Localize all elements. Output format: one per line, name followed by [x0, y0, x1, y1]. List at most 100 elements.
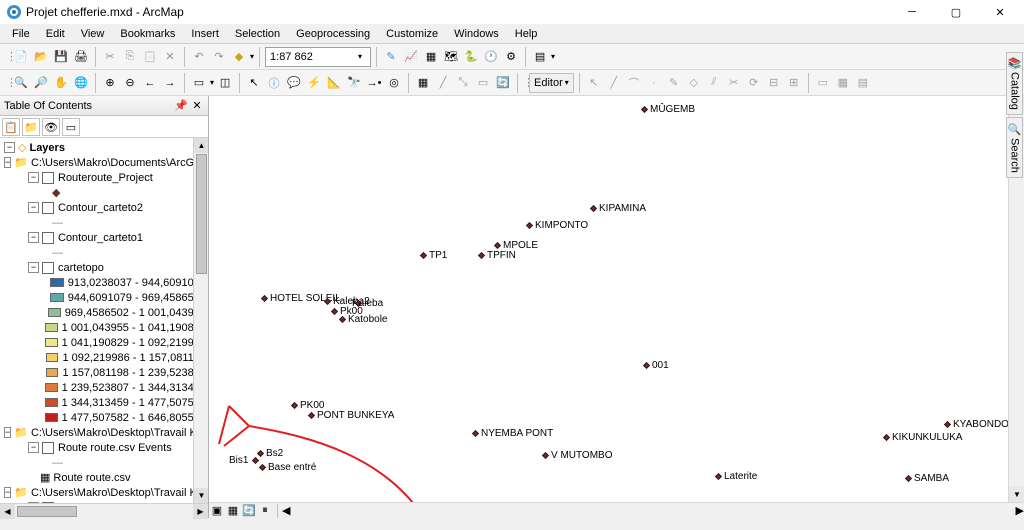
measure-icon[interactable]: 📐	[325, 74, 343, 92]
py-icon[interactable]: 🐍	[462, 48, 480, 66]
map-point[interactable]: MPOLE	[495, 243, 500, 248]
map-point[interactable]: KIPAMINA	[591, 206, 596, 211]
swipe-icon[interactable]: ╱	[434, 74, 452, 92]
fixed-zoom-out-icon[interactable]: ⊖	[121, 74, 139, 92]
viewer-icon[interactable]: ◎	[385, 74, 403, 92]
full-extent-icon[interactable]: 🌐	[72, 74, 90, 92]
find-icon[interactable]: 🔭	[345, 74, 363, 92]
ed-vertex-icon[interactable]: ◇	[685, 74, 703, 92]
toc-close-icon[interactable]: ✕	[190, 99, 204, 113]
menu-bookmarks[interactable]: Bookmarks	[114, 26, 181, 42]
map-view[interactable]: MÛGEMB KIPAMINA KIMPONTO MPOLE TPFIN TP1 HOTEL…	[209, 96, 1024, 518]
ed-arrow-icon[interactable]: ↖	[585, 74, 603, 92]
pause-drawing-icon[interactable]: ⏸	[257, 503, 273, 519]
zoom-in-icon[interactable]: 🔍	[12, 74, 30, 92]
toc-tab-selection[interactable]: ▭	[62, 118, 80, 136]
map-point[interactable]: Base entré	[260, 465, 265, 470]
toc-tree[interactable]: −◇Layers −📁C:\Users\Makro\Documents\ArcG…	[0, 138, 208, 503]
cut-icon[interactable]: ✂	[101, 48, 119, 66]
toc-scrollbar-h[interactable]: ◀ ▶	[0, 503, 208, 518]
ed-edit-icon[interactable]: ✎	[665, 74, 683, 92]
ed-attr-icon[interactable]: ▭	[814, 74, 832, 92]
open-icon[interactable]: 📂	[32, 48, 50, 66]
fixed-zoom-in-icon[interactable]: ⊕	[101, 74, 119, 92]
map-point[interactable]: Pk00	[332, 309, 337, 314]
editor-dropdown[interactable]: Editor ▾	[529, 73, 574, 93]
pointer-icon[interactable]: ↖	[245, 74, 263, 92]
zoom-out-icon[interactable]: 🔎	[32, 74, 50, 92]
add-data-icon[interactable]: ◆	[230, 48, 248, 66]
copy-icon[interactable]: ⎘	[121, 48, 139, 66]
toc-tab-drawing-order[interactable]: 📋	[2, 118, 20, 136]
map-icon[interactable]: 🗺	[442, 48, 460, 66]
toc-hscroll-thumb[interactable]	[17, 506, 77, 517]
maximize-button[interactable]: ▢	[938, 2, 974, 22]
minimize-button[interactable]: ─	[894, 2, 930, 22]
ed-line-icon[interactable]: ╱	[605, 74, 623, 92]
undo-icon[interactable]: ↶	[190, 48, 208, 66]
map-point[interactable]: KIKUNKULUKA	[884, 435, 889, 440]
toc-scrollbar-v[interactable]: ▲ ▼	[193, 138, 208, 503]
paste-icon[interactable]: 📋	[141, 48, 159, 66]
back-icon[interactable]: ←	[141, 74, 159, 92]
editor-toolbar-icon[interactable]: ✎	[382, 48, 400, 66]
map-point[interactable]: HOTEL SOLEIL	[262, 296, 267, 301]
data-view-icon[interactable]: ▣	[209, 503, 225, 519]
ed-point-icon[interactable]: ·	[645, 74, 663, 92]
expand-icon[interactable]: ⤡	[454, 74, 472, 92]
goto-icon[interactable]: →•	[365, 74, 383, 92]
print-icon[interactable]: 🖨	[72, 48, 90, 66]
map-point[interactable]: Laterite	[716, 474, 721, 479]
ed-reshape-icon[interactable]: ⫽	[705, 74, 723, 92]
map-point[interactable]: TPFIN	[479, 253, 484, 258]
menu-geoprocessing[interactable]: Geoprocessing	[290, 26, 376, 42]
map-point[interactable]: PK00	[292, 403, 297, 408]
map-point[interactable]: SAMBA	[906, 476, 911, 481]
time-icon[interactable]: 🕐	[482, 48, 500, 66]
map-scrollbar-h[interactable]: ▣ ▦ 🔄 ⏸ ◀ ▶	[209, 502, 1024, 518]
map-point[interactable]: Bis1	[253, 458, 258, 463]
menu-view[interactable]: View	[75, 26, 111, 42]
map-point[interactable]: MÛGEMB	[642, 107, 647, 112]
toc-pin-icon[interactable]: 📌	[174, 99, 188, 113]
table-icon[interactable]: ▦	[422, 48, 440, 66]
ed-create-icon[interactable]: ▤	[854, 74, 872, 92]
map-point[interactable]: KIMPONTO	[527, 223, 532, 228]
menu-selection[interactable]: Selection	[229, 26, 286, 42]
ed-arc-icon[interactable]: ⌒	[625, 74, 643, 92]
scale-select[interactable]: ▾	[265, 47, 371, 67]
map-point[interactable]: TP1	[421, 253, 426, 258]
htmlpopup-icon[interactable]: 💬	[285, 74, 303, 92]
toc-tab-source[interactable]: 📁	[22, 118, 40, 136]
map-point[interactable]: PONT BUNKEYA	[309, 413, 314, 418]
forward-icon[interactable]: →	[161, 74, 179, 92]
map-point[interactable]: NYEMBA PONT	[473, 431, 478, 436]
ed-sketch-icon[interactable]: ▦	[834, 74, 852, 92]
new-icon[interactable]: 📄	[12, 48, 30, 66]
identify-icon[interactable]: ⓘ	[265, 74, 283, 92]
map-point[interactable]: V MUTOMBO	[543, 453, 548, 458]
map-point[interactable]: Kaleba2	[325, 299, 330, 304]
menu-help[interactable]: Help	[509, 26, 544, 42]
search-tab[interactable]: 🔍Search	[1006, 117, 1023, 177]
catalog-icon[interactable]: ▦	[414, 74, 432, 92]
toc-scroll-thumb[interactable]	[196, 154, 207, 274]
hyperlink-icon[interactable]: ⚡	[305, 74, 323, 92]
refresh-icon[interactable]: 🔄	[494, 74, 512, 92]
menu-windows[interactable]: Windows	[448, 26, 505, 42]
graph-icon[interactable]: 📈	[402, 48, 420, 66]
ed-cut-icon[interactable]: ✂	[725, 74, 743, 92]
map-point[interactable]: Katobole	[340, 317, 345, 322]
menu-customize[interactable]: Customize	[380, 26, 444, 42]
save-icon[interactable]: 💾	[52, 48, 70, 66]
ed-split-icon[interactable]: ⊟	[765, 74, 783, 92]
menu-file[interactable]: File	[6, 26, 36, 42]
menu-insert[interactable]: Insert	[185, 26, 225, 42]
model-icon[interactable]: ⚙	[502, 48, 520, 66]
redo-icon[interactable]: ↷	[210, 48, 228, 66]
select-icon[interactable]: ▭	[190, 74, 208, 92]
flash-icon[interactable]: ▭	[474, 74, 492, 92]
scale-input[interactable]	[270, 51, 358, 63]
close-button[interactable]: ✕	[982, 2, 1018, 22]
menu-edit[interactable]: Edit	[40, 26, 71, 42]
